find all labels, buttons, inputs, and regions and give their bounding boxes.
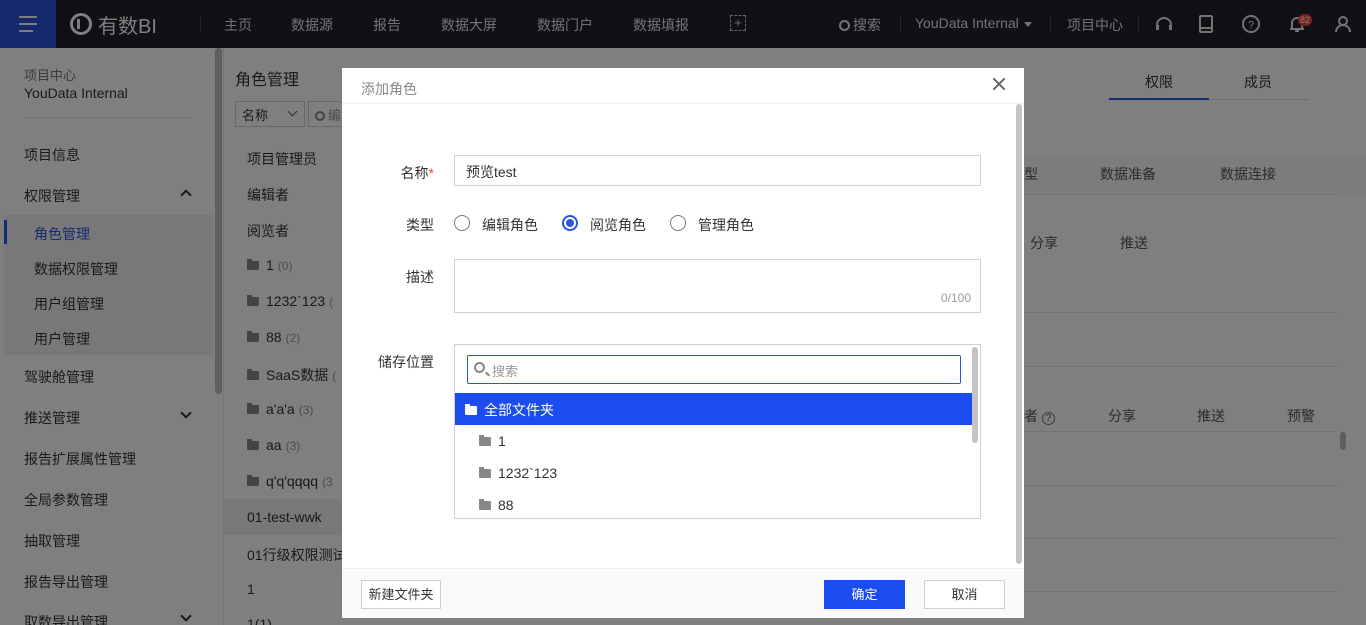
tree-node[interactable]: 1: [479, 433, 506, 449]
tree-node[interactable]: 88: [479, 497, 514, 513]
folder-open-icon: [465, 404, 477, 415]
role-name-input[interactable]: 预览test: [454, 155, 981, 186]
radio-label-admin-role[interactable]: 管理角色: [698, 215, 754, 235]
description-textarea[interactable]: 0/100: [454, 259, 981, 313]
location-label: 储存位置: [378, 354, 434, 370]
desc-label: 描述: [406, 269, 434, 285]
required-mark: *: [428, 165, 434, 181]
tree-node-label: 1232`123: [498, 465, 558, 481]
tree-node-label: 88: [498, 497, 514, 513]
radio-admin-role[interactable]: [670, 215, 686, 231]
folder-icon: [479, 467, 491, 478]
new-folder-button[interactable]: 新建文件夹: [361, 580, 441, 609]
folder-icon: [479, 499, 491, 510]
close-icon[interactable]: [991, 76, 1007, 92]
radio-view-role[interactable]: [562, 215, 578, 231]
name-label-text: 名称: [400, 165, 429, 181]
radio-label-view-role[interactable]: 阅览角色: [590, 215, 646, 235]
tree-node[interactable]: 1232`123: [479, 465, 557, 481]
search-icon: [474, 362, 485, 373]
dialog-title: 添加角色: [361, 81, 417, 97]
name-label: 名称*: [362, 163, 434, 183]
folder-icon: [479, 435, 491, 446]
cancel-button[interactable]: 取消: [924, 580, 1005, 609]
tree-scrollbar[interactable]: [972, 347, 978, 443]
char-counter: 0/100: [940, 291, 971, 305]
dialog-footer: 新建文件夹 确定 取消: [342, 568, 1024, 618]
dialog-header-divider: [342, 103, 1024, 104]
folder-search-input[interactable]: 搜索: [467, 355, 961, 384]
radio-edit-role[interactable]: [454, 215, 470, 231]
tree-node-root[interactable]: 全部文件夹: [455, 393, 972, 425]
type-label: 类型: [406, 217, 434, 233]
dialog-scrollbar[interactable]: [1016, 104, 1022, 564]
ok-button[interactable]: 确定: [824, 580, 905, 609]
folder-search-placeholder: 搜索: [492, 364, 519, 379]
radio-label-edit-role[interactable]: 编辑角色: [482, 215, 538, 235]
add-role-dialog: 添加角色 名称* 预览test 类型 编辑角色 阅览角色 管理角色 描述 0/1…: [342, 68, 1024, 618]
folder-tree: 搜索 全部文件夹 1 1232`123 88: [454, 344, 981, 519]
tree-node-label: 1: [498, 433, 506, 449]
tree-node-label: 全部文件夹: [484, 402, 554, 418]
